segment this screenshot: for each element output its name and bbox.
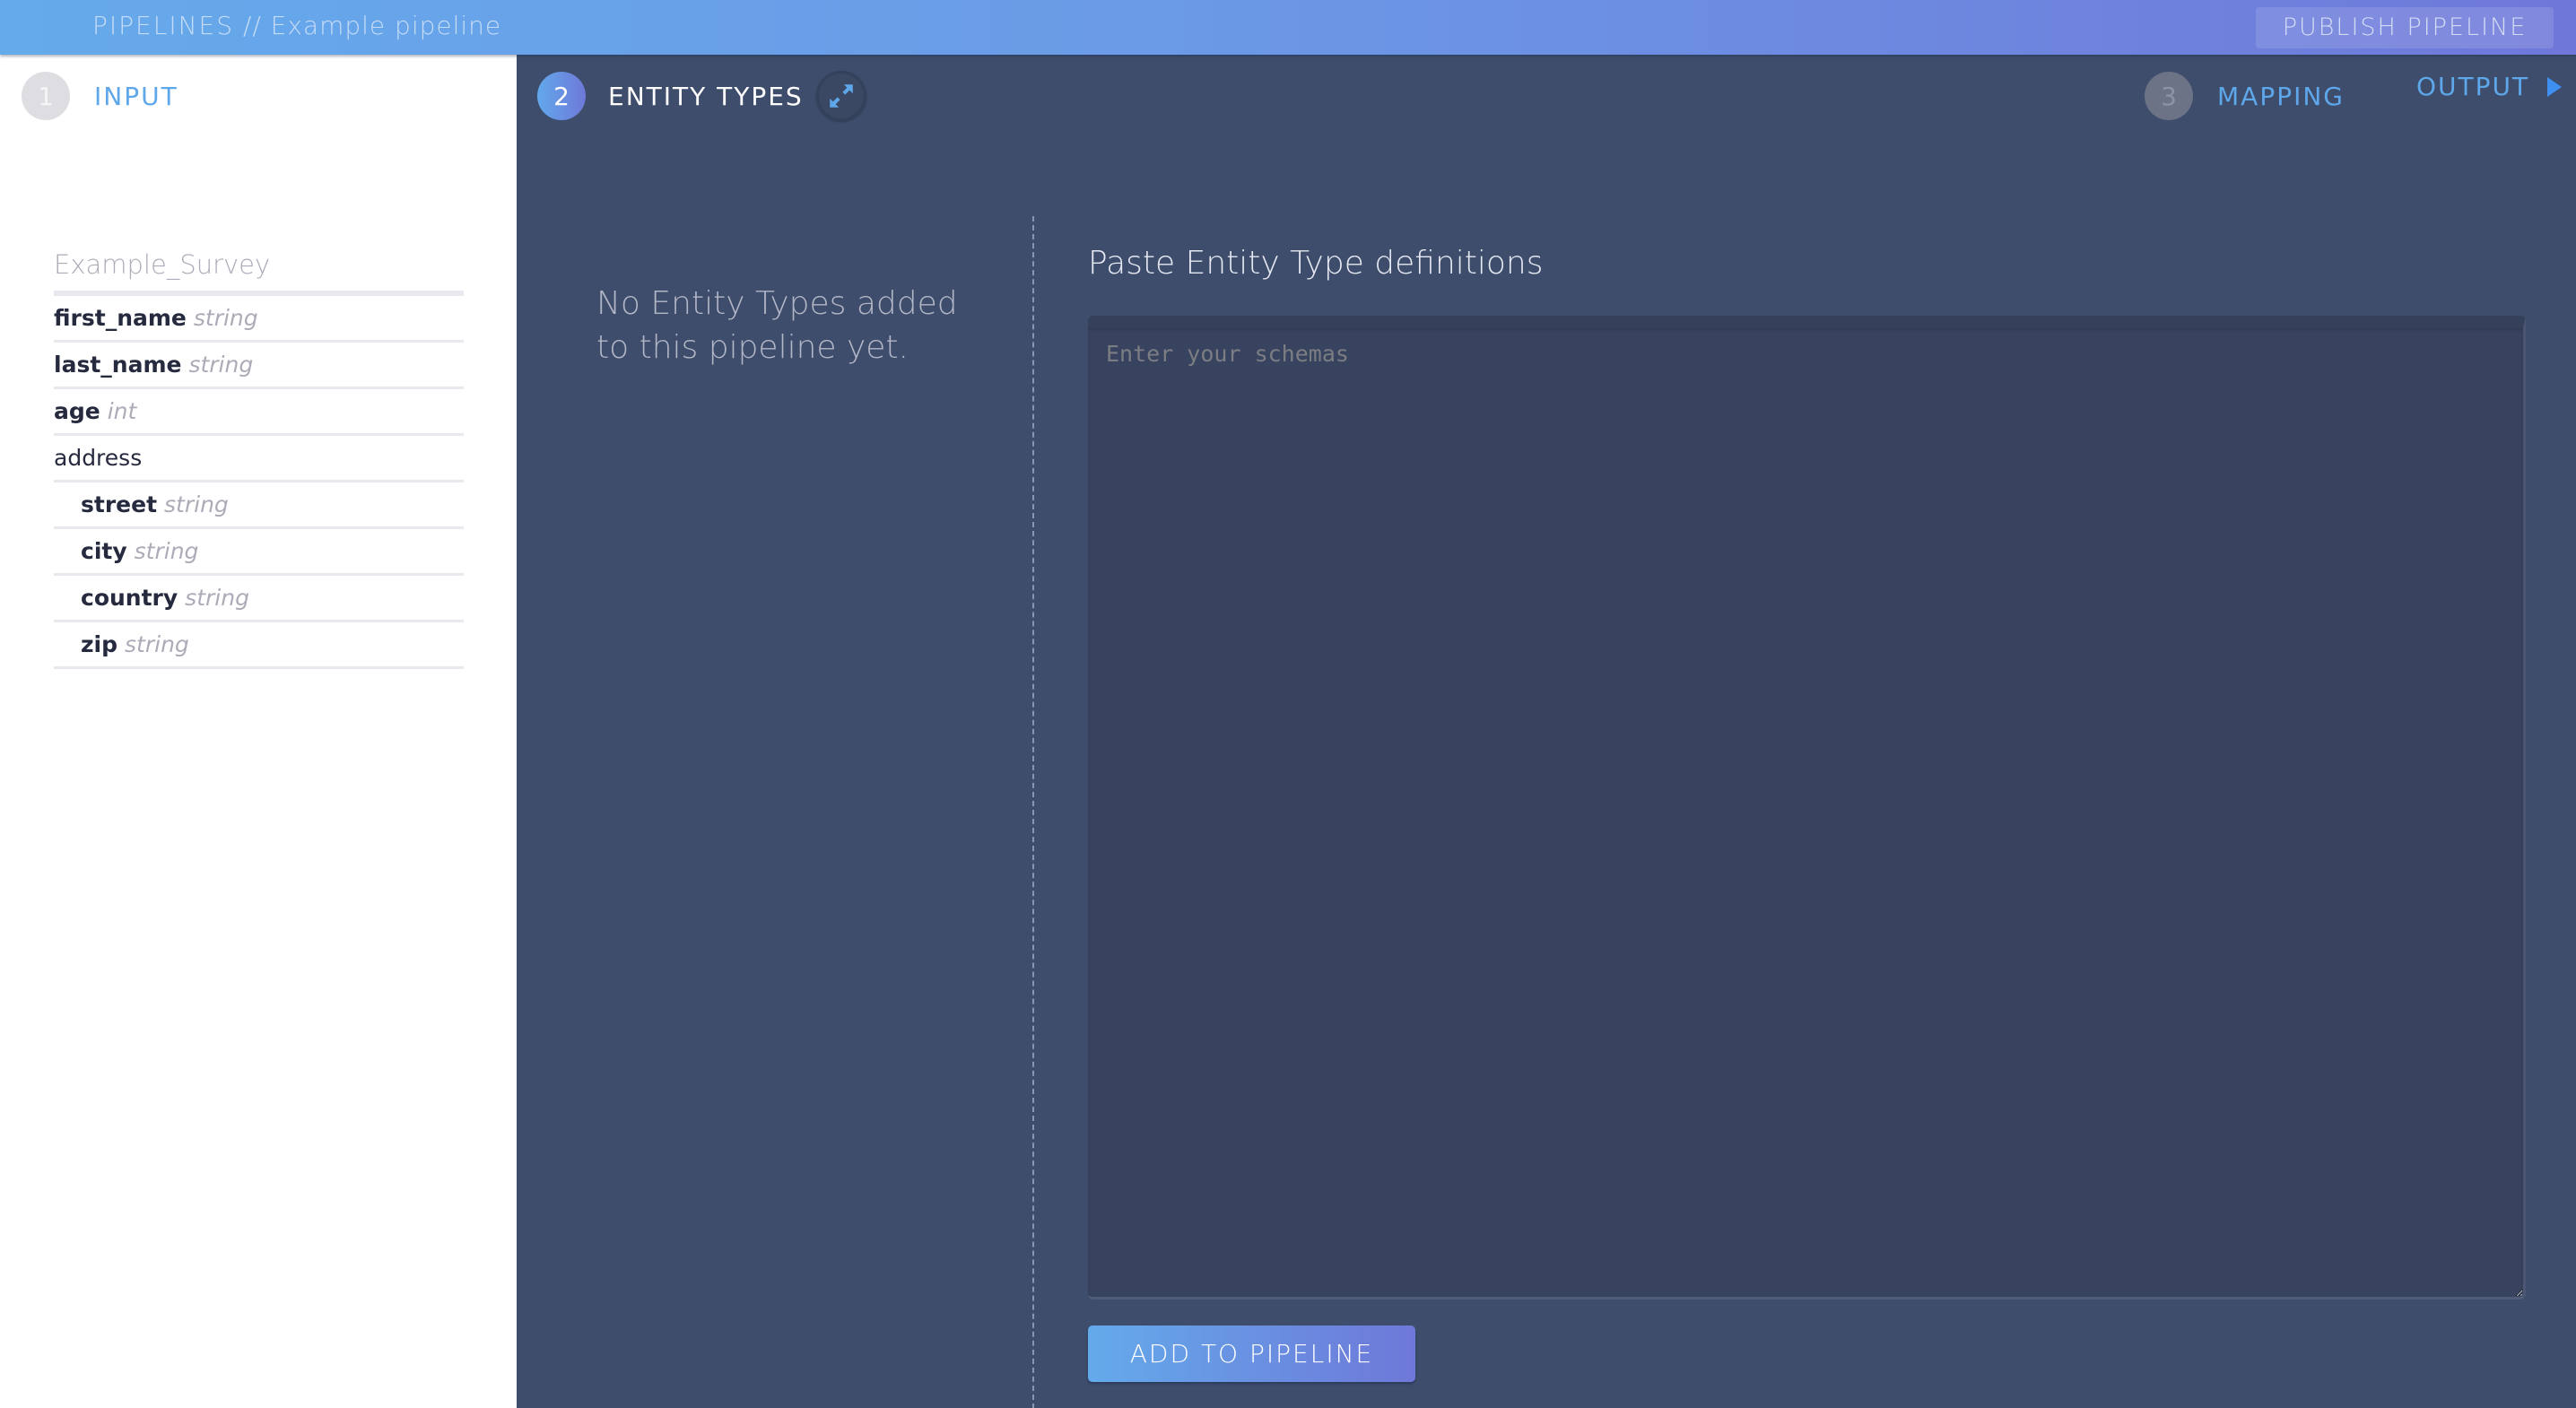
add-to-pipeline-button[interactable]: ADD TO PIPELINE — [1088, 1325, 1415, 1382]
field-name: address — [54, 445, 143, 471]
step-entity-types[interactable]: 2 ENTITY TYPES — [537, 72, 804, 120]
schema-definitions-textarea[interactable] — [1088, 316, 2526, 1299]
field-name: age — [54, 398, 100, 424]
field-name: street — [81, 491, 158, 517]
schema-field-row[interactable]: first_name string — [54, 296, 464, 343]
step-label: MAPPING — [2217, 81, 2345, 111]
field-type: string — [164, 491, 229, 517]
schema-field-row[interactable]: city string — [54, 529, 464, 576]
field-name: city — [81, 538, 127, 564]
step-number-badge: 3 — [2145, 72, 2193, 120]
field-type: string — [188, 352, 254, 378]
field-name: zip — [81, 631, 118, 657]
step-input[interactable]: 1 INPUT — [22, 72, 178, 120]
field-name: first_name — [54, 305, 187, 331]
field-type: string — [125, 631, 189, 657]
schema-field-row[interactable]: last_name string — [54, 343, 464, 389]
schema-field-row[interactable]: zip string — [54, 622, 464, 669]
schema-field-row[interactable]: age int — [54, 389, 464, 436]
step-mapping[interactable]: 3 MAPPING — [2145, 72, 2345, 120]
schema-title: Example_Survey — [54, 249, 464, 296]
input-panel: 1 INPUT Example_Survey first_name string l… — [0, 55, 517, 1408]
breadcrumb-separator: // — [234, 11, 271, 40]
schema-field-row[interactable]: street string — [54, 482, 464, 529]
breadcrumb-current: Example pipeline — [270, 11, 502, 40]
field-name: country — [81, 585, 178, 611]
step-label: INPUT — [94, 81, 178, 111]
publish-pipeline-button[interactable]: PUBLISH PIPELINE — [2256, 7, 2554, 48]
schema-field-row[interactable]: country string — [54, 576, 464, 622]
top-bar: PIPELINES // Example pipeline PUBLISH PI… — [0, 0, 2576, 55]
field-name: last_name — [54, 352, 182, 378]
step-output[interactable]: OUTPUT — [2416, 72, 2563, 101]
play-triangle-icon — [2547, 76, 2563, 97]
schema-field-row[interactable]: address — [54, 436, 464, 482]
breadcrumb-pipelines-link[interactable]: PIPELINES — [92, 11, 234, 40]
expand-arrows-icon — [830, 84, 853, 108]
entity-types-panel: 2 ENTITY TYPES 3 MAPPING OUTPUT No Entit… — [517, 55, 2576, 1408]
field-type: string — [185, 585, 249, 611]
field-type: int — [107, 398, 137, 424]
column-divider — [1032, 216, 1034, 1408]
expand-button[interactable] — [816, 71, 866, 121]
step-label: ENTITY TYPES — [608, 81, 804, 111]
field-type: string — [193, 305, 258, 331]
step-number-badge: 2 — [537, 72, 586, 120]
step-number-badge: 1 — [22, 72, 70, 120]
empty-entity-types-message: No Entity Types added to this pipeline y… — [596, 285, 958, 366]
step-label: OUTPUT — [2416, 72, 2530, 101]
paste-definitions-heading: Paste Entity Type definitions — [1088, 245, 1544, 282]
breadcrumb: PIPELINES // Example pipeline — [92, 11, 501, 40]
input-schema-tree: Example_Survey first_name string last_name… — [54, 249, 464, 669]
field-type: string — [134, 538, 199, 564]
